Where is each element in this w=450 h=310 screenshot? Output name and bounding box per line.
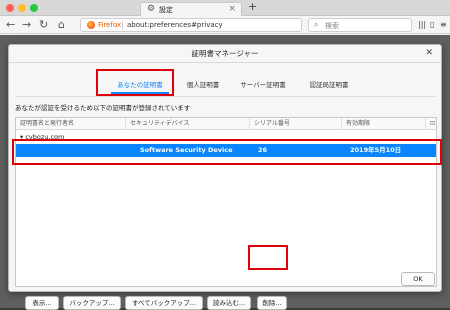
column-header-name[interactable]: 証明書名と発行者名: [16, 118, 126, 130]
tab-close-icon[interactable]: ×: [228, 4, 236, 14]
tab-label: あなたの証明書: [117, 81, 163, 89]
cert-expires-cell: 2019年5月10日: [350, 146, 402, 154]
certificate-manager-dialog: 証明書マネージャー ✕ あなたの証明書 個人証明書 サーバー証明書 認証局証明書…: [8, 44, 442, 310]
search-bar[interactable]: ⌕ 検索: [308, 18, 412, 32]
title-bar: ⚙ 設定 × +: [0, 0, 450, 16]
tab-label: 個人証明書: [186, 81, 220, 89]
column-picker-icon[interactable]: ⊡: [426, 118, 436, 130]
maximize-window-button[interactable]: [30, 4, 38, 12]
column-header-device[interactable]: セキュリティデバイス: [126, 118, 250, 130]
dialog-title: 証明書マネージャー: [9, 45, 441, 63]
certificate-table: 証明書名と発行者名 セキュリティデバイス シリアル番号 有効期限 ⊡ ▾ cyb…: [15, 117, 437, 287]
search-placeholder[interactable]: 検索: [325, 21, 339, 31]
home-button[interactable]: ⌂: [58, 18, 65, 31]
active-tab-indicator: [111, 92, 169, 94]
sidebar-icon[interactable]: ▯: [430, 19, 434, 30]
tabs-divider: [15, 96, 435, 97]
search-icon: ⌕: [314, 20, 319, 29]
minimize-window-button[interactable]: [18, 4, 26, 12]
tab-your-certificates[interactable]: あなたの証明書: [105, 75, 175, 95]
tab-settings[interactable]: ⚙ 設定 ×: [140, 2, 242, 16]
certificate-group[interactable]: ▾ cybozu.com: [20, 133, 64, 141]
table-header: 証明書名と発行者名 セキュリティデバイス シリアル番号 有効期限 ⊡: [16, 118, 436, 130]
url-text[interactable]: about:preferences#privacy: [127, 21, 223, 29]
gear-icon: ⚙: [147, 4, 156, 14]
tab-authority-certificates[interactable]: 認証局証明書: [299, 75, 359, 95]
column-header-expires[interactable]: 有効期限: [342, 118, 426, 130]
tab-label: 認証局証明書: [309, 81, 349, 89]
tab-label: サーバー証明書: [240, 81, 286, 89]
navigation-bar: ← → ↻ ⌂ Firefox about:preferences#privac…: [0, 16, 450, 34]
dialog-close-icon[interactable]: ✕: [425, 48, 433, 59]
ok-button[interactable]: OK: [401, 272, 435, 286]
library-icon[interactable]: |||: [418, 19, 426, 30]
tab-server-certificates[interactable]: サーバー証明書: [231, 75, 295, 95]
table-row[interactable]: Software Security Device 26 2019年5月10日: [16, 144, 436, 157]
url-separator: [122, 21, 123, 30]
menu-icon[interactable]: ≡: [440, 19, 447, 30]
certificates-description: あなたが認証を受けるため以下の証明書が登録されています: [15, 104, 191, 112]
new-tab-button[interactable]: +: [248, 1, 257, 13]
reload-button[interactable]: ↻: [39, 18, 48, 31]
url-bar[interactable]: Firefox about:preferences#privacy: [80, 18, 302, 32]
close-window-button[interactable]: [6, 4, 14, 12]
cert-device-cell: Software Security Device: [140, 146, 233, 154]
group-label: cybozu.com: [25, 133, 65, 141]
tab-personal-certificates[interactable]: 個人証明書: [177, 75, 229, 95]
forward-button[interactable]: →: [22, 18, 31, 31]
cert-serial-cell: 26: [258, 146, 268, 154]
tab-title: 設定: [159, 6, 173, 14]
back-button[interactable]: ←: [6, 18, 15, 31]
firefox-icon: [87, 21, 95, 29]
browser-window: ⚙ 設定 × + ← → ↻ ⌂ Firefox about:preferenc…: [0, 0, 450, 310]
column-header-serial[interactable]: シリアル番号: [250, 118, 342, 130]
url-brand-label: Firefox: [98, 21, 122, 29]
